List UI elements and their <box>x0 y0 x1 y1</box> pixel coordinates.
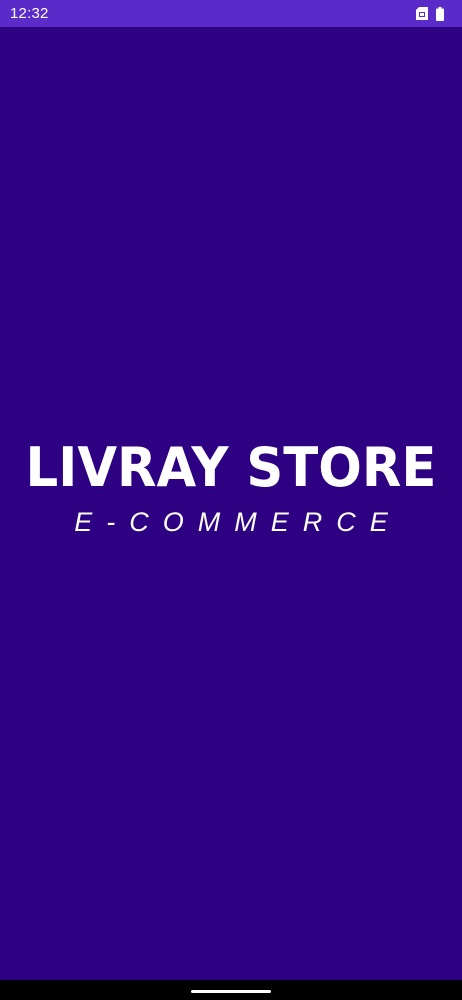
app-logo: LIVRAY STORE E-COMMERCE <box>0 438 462 538</box>
home-indicator[interactable] <box>191 990 271 993</box>
logo-title: LIVRAY STORE <box>25 436 437 499</box>
logo-subtitle: E-COMMERCE <box>74 507 402 537</box>
splash-screen: 12:32 LIVRAY STORE E-COMMERCE <box>0 0 462 1000</box>
status-icons <box>416 6 444 21</box>
status-time: 12:32 <box>10 5 49 22</box>
status-bar: 12:32 <box>0 0 462 27</box>
navigation-bar <box>0 980 462 1000</box>
battery-icon <box>436 6 444 21</box>
sim-card-icon <box>416 7 428 20</box>
